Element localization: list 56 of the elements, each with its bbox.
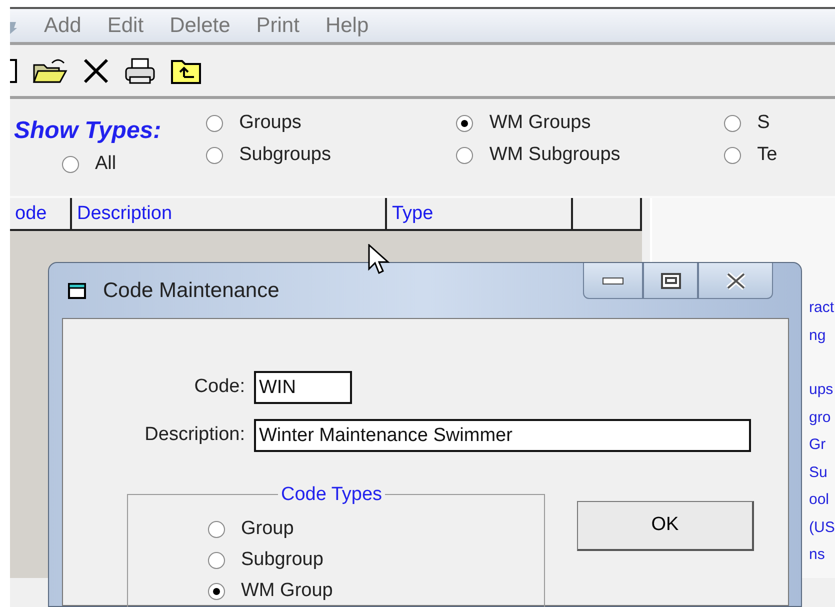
column-header[interactable]: Description [72,198,387,229]
radio-label: Subgroups [239,142,331,167]
radio-button[interactable] [724,114,742,132]
maximize-button[interactable] [643,263,698,299]
side-text: Su [809,462,828,482]
field-label: Code: [193,375,245,400]
menu-item[interactable]: Print [256,10,300,42]
side-text: ns [809,545,826,565]
radio-button[interactable] [208,583,225,600]
radio-label: Group [241,517,294,542]
group-title: Code Types [280,485,384,504]
radio-label: S [757,110,770,135]
menu-item[interactable]: Edit [107,10,144,42]
window-icon [67,280,89,300]
radio-label: WM Subgroups [489,142,620,167]
side-text: Gr [809,435,827,455]
close-icon [724,272,746,290]
column-header[interactable]: ode [10,198,72,229]
minimize-icon [602,276,624,284]
minimize-button[interactable] [583,263,643,299]
radio-button[interactable] [456,114,474,132]
maximize-icon [660,272,680,288]
radio-button[interactable] [208,521,225,538]
menu-item[interactable]: Delete [170,10,230,42]
menu-item[interactable]: Help [325,10,369,42]
radio-label: WM Groups [489,110,591,135]
filter-label: Show Types: [14,116,162,146]
radio-label: All [95,152,116,176]
delete-icon[interactable] [82,56,110,84]
radio-label: Subgroup [241,548,324,572]
radio-label: Te [757,142,778,167]
radio-label: Groups [239,110,302,135]
radio-button[interactable] [206,146,224,164]
radio-button[interactable] [208,552,225,569]
radio-label: WM Group [241,579,333,604]
open-folder-icon[interactable] [32,56,68,84]
column-header[interactable]: Type [387,198,573,229]
menu-item[interactable]: Add [44,10,82,42]
mouse-pointer-icon [368,244,390,276]
side-text: ng [809,326,827,346]
side-text: ool [809,490,830,510]
field-label: Description: [144,423,245,448]
printer-icon[interactable] [124,56,156,84]
text-field[interactable]: Winter Maintenance Swimmer [254,419,751,452]
window-title: Code Maintenance [103,278,280,304]
radio-button[interactable] [724,146,742,164]
radio-button[interactable] [206,114,224,132]
ok-button[interactable]: OK [577,501,754,551]
side-text: ups [809,380,834,400]
side-text: gro [809,408,832,428]
radio-button[interactable] [456,146,474,164]
close-button[interactable] [698,263,773,299]
side-text: (US [809,518,835,538]
radio-button[interactable] [62,156,79,172]
text-field[interactable]: WIN [254,371,352,404]
side-text: ract [809,298,835,318]
